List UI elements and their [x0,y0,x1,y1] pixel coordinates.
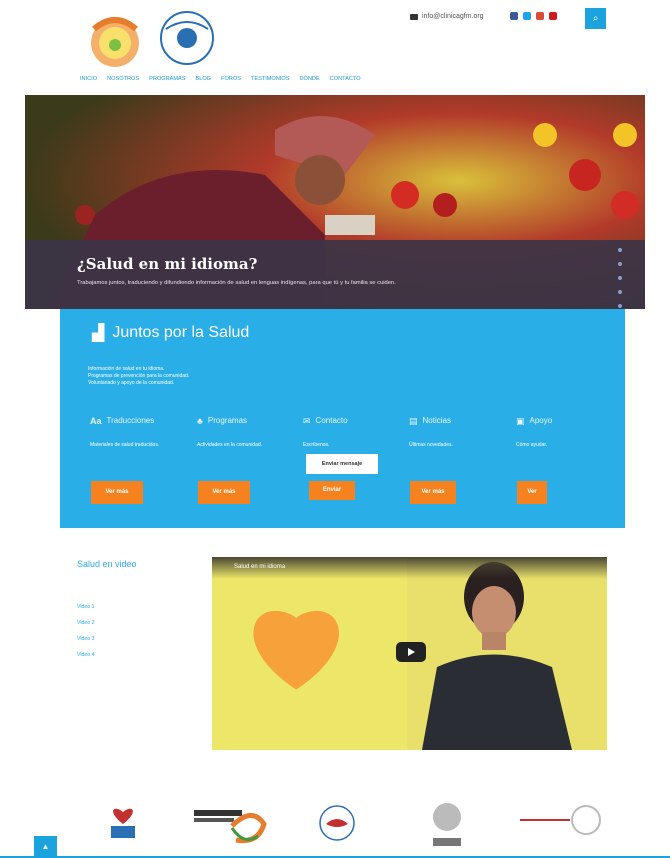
arrow-up-icon: ▲ [41,842,50,851]
video-section-title: Salud en video [77,559,137,569]
column-button[interactable]: Enviar [309,481,355,500]
column-title-text: Apoyo [529,416,553,425]
social-links [510,12,557,20]
column-title-text: Noticias [422,416,451,425]
search-icon: ⌕ [592,13,599,24]
video-link[interactable]: Video 4 [77,647,95,663]
video-link[interactable]: Video 3 [77,631,95,647]
contact-email-text[interactable]: info@clinicagfm.org [422,13,484,20]
logo-secondary[interactable] [158,9,216,67]
panel-bullets: Información de salud en tu idioma. Progr… [88,366,189,387]
column-button[interactable]: Ver más [198,481,250,504]
service-column: ♣ Programas Actividades en la comunidad. [197,416,292,449]
column-title: ✉ Contacto [303,416,398,426]
main-nav: INICIO NOSOTROS PROGRAMAS BLOG FOROS TES… [80,76,361,82]
column-desc: Escríbenos. [303,442,330,448]
facebook-icon[interactable] [510,12,518,20]
video-title[interactable]: Salud en mi idioma [234,564,285,570]
partner-logo-1[interactable] [105,804,141,844]
twitter-icon[interactable] [523,12,531,20]
nav-item[interactable]: INICIO [80,76,97,82]
column-title-text: Contacto [315,416,348,425]
send-tooltip: Enviar mensaje [306,454,378,474]
nav-item[interactable]: PROGRAMAS [149,76,185,82]
column-desc: Cómo ayudar. [516,442,548,448]
video-player[interactable]: Salud en mi idioma [212,557,607,750]
partner-logo-5[interactable] [516,802,606,838]
hero-title: ¿Salud en mi idioma? [77,255,258,273]
nav-item[interactable]: TESTIMONIOS [251,76,290,82]
contact-email[interactable]: info@clinicagfm.org [410,13,484,20]
column-button[interactable]: Ver [517,481,547,504]
partner-logo-3[interactable] [318,804,356,842]
support-icon: ▣ [516,416,525,426]
nav-item[interactable]: FOROS [221,76,241,82]
nav-item[interactable]: DÓNDE [299,76,319,82]
column-title: ▤ Noticias [409,416,504,426]
logo-primary[interactable] [84,9,146,71]
play-icon [408,648,415,656]
slider-dots [618,248,622,308]
google-plus-icon[interactable] [536,12,544,20]
column-title: ▣ Apoyo [516,416,611,426]
column-title-text: Traducciones [106,416,155,425]
slider-dot[interactable] [618,276,622,280]
partner-logo-2[interactable] [192,806,270,846]
news-icon: ▤ [409,416,418,426]
service-column: ▤ Noticias Últimas novedades. [409,416,504,449]
program-icon: ♣ [197,416,203,426]
bullet-item: Programas de prevención para la comunida… [88,373,190,379]
hero-caption: ¿Salud en mi idioma? Trabajamos juntos, … [25,240,645,309]
back-to-top-button[interactable]: ▲ [34,836,57,858]
bullet-item: Información de salud en tu idioma. [88,366,165,372]
nav-item[interactable]: NOSOTROS [107,76,139,82]
bullet-item: Voluntariado y apoyo de la comunidad. [88,380,175,386]
partner-logos [0,790,670,850]
gift-icon: ▟ [92,325,105,342]
nav-item[interactable]: CONTACTO [330,76,361,82]
mail-icon: ✉ [303,416,311,426]
video-link[interactable]: Video 1 [77,599,95,615]
slider-dot[interactable] [618,262,622,266]
services-panel: ▟ Juntos por la Salud Información de sal… [60,309,625,528]
column-button[interactable]: Ver más [91,481,143,504]
play-button[interactable] [396,642,426,662]
service-column: ✉ Contacto Escríbenos. [303,416,398,449]
slider-dot[interactable] [618,290,622,294]
slider-dot[interactable] [618,304,622,308]
search-button[interactable]: ⌕ [585,8,606,29]
column-desc: Actividades en la comunidad. [197,442,263,448]
column-title-text: Programas [207,416,248,425]
hero-slider[interactable]: ¿Salud en mi idioma? Trabajamos juntos, … [25,95,645,309]
hero-text: Trabajamos juntos, traduciendo y difundi… [77,280,396,286]
service-column: Aa Traducciones Materiales de salud tradu… [90,416,185,449]
video-links: Video 1 Video 2 Video 3 Video 4 [77,599,95,663]
panel-title: ▟ Juntos por la Salud [92,323,249,343]
site-header: info@clinicagfm.org ⌕ INICIO NOSOTROS PR… [0,0,670,92]
column-button[interactable]: Ver más [410,481,456,504]
panel-title-text: Juntos por la Salud [112,324,250,341]
video-link[interactable]: Video 2 [77,615,95,631]
slider-dot[interactable] [618,248,622,252]
translate-icon: Aa [90,416,102,426]
youtube-icon[interactable] [549,12,557,20]
column-desc: Materiales de salud traducidos. [90,442,160,448]
column-title: ♣ Programas [197,416,292,426]
nav-item[interactable]: BLOG [195,76,211,82]
column-desc: Últimas novedades. [409,442,453,448]
partner-logo-4[interactable] [430,800,464,850]
envelope-icon [410,13,418,20]
service-column: ▣ Apoyo Cómo ayudar. [516,416,611,449]
column-title: Aa Traducciones [90,416,185,426]
